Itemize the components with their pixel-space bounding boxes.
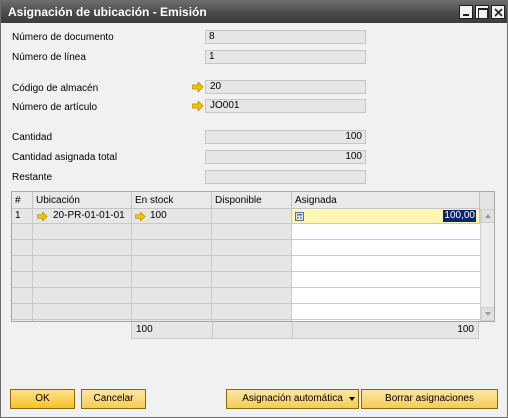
warehouse-label: Código de almacén — [12, 83, 99, 94]
allocation-table: # Ubicación En stock Disponible Asignada… — [11, 191, 495, 322]
link-arrow-icon[interactable] — [37, 212, 48, 221]
link-arrow-icon[interactable] — [135, 212, 146, 221]
calculator-icon[interactable] — [295, 212, 304, 221]
auto-assign-button[interactable]: Asignación automática — [226, 389, 359, 409]
warehouse-field[interactable]: 20 — [205, 80, 366, 94]
chevron-down-icon — [485, 312, 491, 316]
dropdown-arrow-icon — [349, 397, 355, 401]
available-cell[interactable] — [212, 209, 292, 224]
ok-button[interactable]: OK — [10, 389, 75, 409]
col-header-index[interactable]: # — [12, 192, 33, 209]
assigned-cell[interactable]: 100,00 — [292, 209, 480, 224]
quantity-field[interactable]: 100 — [205, 130, 366, 144]
maximize-button[interactable] — [475, 5, 489, 19]
clear-assignments-button[interactable]: Borrar asignaciones — [361, 389, 498, 409]
close-icon — [494, 8, 503, 17]
assigned-total: 100 — [457, 324, 474, 335]
line-number-label: Número de línea — [12, 52, 86, 63]
close-button[interactable] — [491, 5, 505, 19]
remaining-label: Restante — [12, 172, 53, 183]
scroll-down-button[interactable] — [481, 307, 494, 321]
title-bar[interactable]: Asignación de ubicación - Emisión — [1, 1, 507, 23]
in-stock-total: 100 — [136, 324, 153, 335]
empty-rows — [12, 224, 480, 321]
item-field[interactable]: JO001 — [205, 99, 366, 113]
remaining-field[interactable] — [205, 170, 366, 184]
auto-assign-label: Asignación automática — [242, 393, 343, 404]
quantity-label: Cantidad — [12, 132, 53, 143]
totals-row: 100 100 — [131, 322, 479, 339]
link-arrow-icon[interactable] — [192, 101, 204, 111]
col-header-assigned[interactable]: Asignada — [292, 192, 480, 209]
total-assigned-label: Cantidad asignada total — [12, 152, 118, 163]
link-arrow-icon[interactable] — [192, 82, 204, 92]
doc-number-field[interactable]: 8 — [205, 30, 366, 44]
cancel-button[interactable]: Cancelar — [81, 389, 146, 409]
chevron-up-icon — [485, 214, 491, 218]
col-header-in-stock[interactable]: En stock — [132, 192, 212, 209]
minimize-button[interactable] — [459, 5, 473, 19]
window-title: Asignación de ubicación - Emisión — [8, 5, 207, 19]
bin-allocation-window: Asignación de ubicación - Emisión Número… — [0, 0, 508, 418]
scroll-up-button[interactable] — [481, 209, 494, 223]
line-number-field[interactable]: 1 — [205, 50, 366, 64]
col-header-available[interactable]: Disponible — [212, 192, 292, 209]
col-header-location[interactable]: Ubicación — [33, 192, 132, 209]
item-label: Número de artículo — [12, 102, 98, 113]
doc-number-label: Número de documento — [12, 32, 114, 43]
total-assigned-field[interactable]: 100 — [205, 150, 366, 164]
table-scrollbar[interactable] — [480, 209, 494, 321]
assigned-value[interactable]: 100,00 — [443, 210, 476, 222]
row-index[interactable]: 1 — [12, 209, 33, 224]
